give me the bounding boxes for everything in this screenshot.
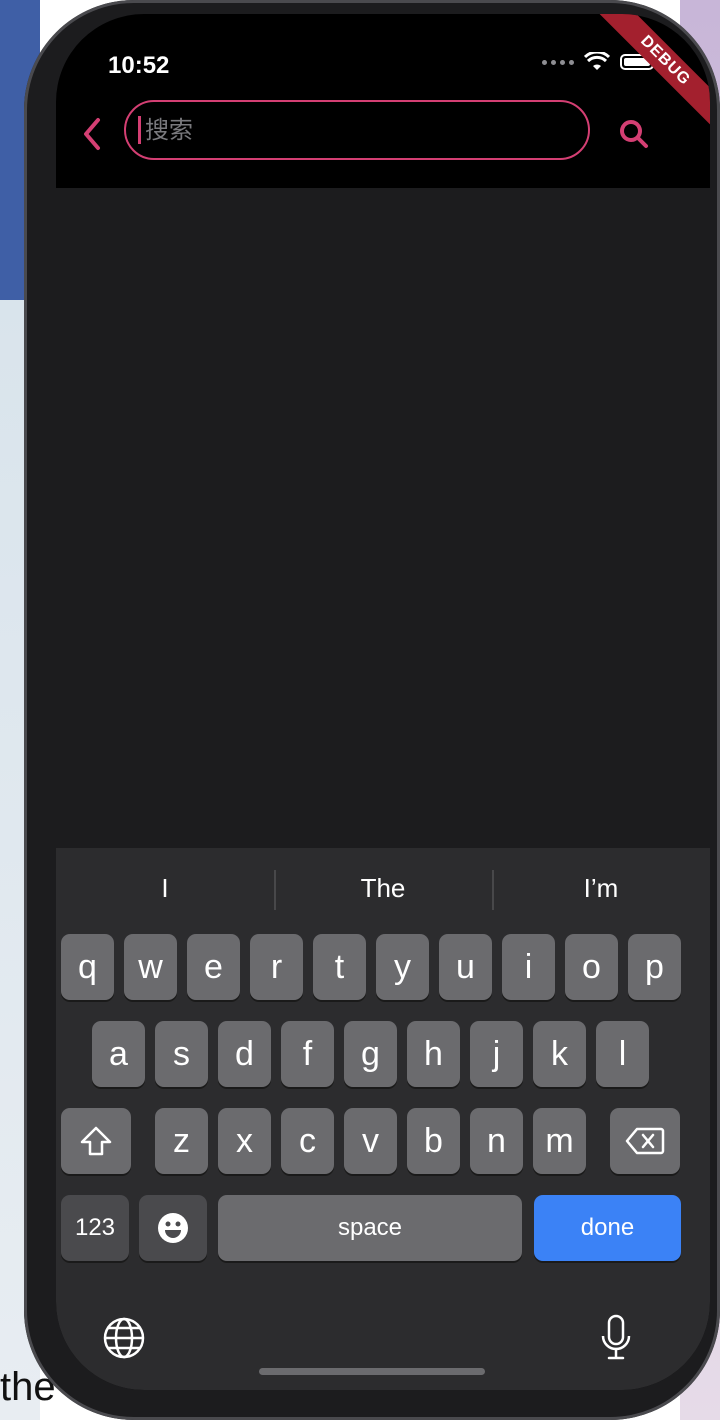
key-q[interactable]: q <box>61 934 114 1000</box>
key-e[interactable]: e <box>187 934 240 1000</box>
search-results-area <box>56 188 710 848</box>
space-key[interactable]: space <box>218 1195 522 1261</box>
key-x[interactable]: x <box>218 1108 271 1174</box>
dictation-button[interactable] <box>592 1314 640 1362</box>
key-m[interactable]: m <box>533 1108 586 1174</box>
key-a[interactable]: a <box>92 1021 145 1087</box>
suggestion-item[interactable]: The <box>274 848 492 928</box>
key-h[interactable]: h <box>407 1021 460 1087</box>
shift-key[interactable] <box>61 1108 131 1174</box>
done-key[interactable]: done <box>534 1195 681 1261</box>
key-n[interactable]: n <box>470 1108 523 1174</box>
globe-button[interactable] <box>100 1314 148 1362</box>
shift-icon <box>80 1126 112 1156</box>
suggestion-item[interactable]: I <box>56 848 274 928</box>
delete-key[interactable] <box>610 1108 680 1174</box>
search-button[interactable] <box>610 110 658 158</box>
key-k[interactable]: k <box>533 1021 586 1087</box>
backspace-icon <box>625 1127 665 1155</box>
key-z[interactable]: z <box>155 1108 208 1174</box>
numbers-key[interactable]: 123 <box>61 1195 129 1261</box>
home-indicator[interactable] <box>259 1368 485 1375</box>
search-field[interactable] <box>124 100 590 160</box>
wifi-icon <box>584 52 610 70</box>
phone-frame: 10:52 DEBUG 搜索 I The I’m q w e r t y u i… <box>24 0 720 1420</box>
key-t[interactable]: t <box>313 934 366 1000</box>
back-button[interactable] <box>68 110 116 158</box>
key-j[interactable]: j <box>470 1021 523 1087</box>
signal-icon <box>542 59 574 65</box>
status-time: 10:52 <box>108 52 170 79</box>
phone-screen: 10:52 DEBUG 搜索 I The I’m q w e r t y u i… <box>56 14 710 1390</box>
suggestion-bar: I The I’m <box>56 848 710 928</box>
keyboard: I The I’m q w e r t y u i o p a s d f g … <box>56 848 710 1390</box>
key-d[interactable]: d <box>218 1021 271 1087</box>
globe-icon <box>103 1317 145 1359</box>
key-o[interactable]: o <box>565 934 618 1000</box>
key-y[interactable]: y <box>376 934 429 1000</box>
key-g[interactable]: g <box>344 1021 397 1087</box>
text-cursor <box>138 116 141 144</box>
microphone-icon <box>601 1314 631 1360</box>
key-f[interactable]: f <box>281 1021 334 1087</box>
key-i[interactable]: i <box>502 934 555 1000</box>
emoji-icon <box>158 1213 188 1243</box>
key-p[interactable]: p <box>628 934 681 1000</box>
key-l[interactable]: l <box>596 1021 649 1087</box>
suggestion-item[interactable]: I’m <box>492 848 710 928</box>
key-s[interactable]: s <box>155 1021 208 1087</box>
status-icons <box>542 52 654 72</box>
emoji-key[interactable] <box>139 1195 207 1261</box>
key-w[interactable]: w <box>124 934 177 1000</box>
key-b[interactable]: b <box>407 1108 460 1174</box>
key-c[interactable]: c <box>281 1108 334 1174</box>
search-icon <box>620 120 648 148</box>
key-u[interactable]: u <box>439 934 492 1000</box>
key-v[interactable]: v <box>344 1108 397 1174</box>
chevron-left-icon <box>84 118 100 150</box>
key-r[interactable]: r <box>250 934 303 1000</box>
search-input[interactable] <box>143 115 547 145</box>
